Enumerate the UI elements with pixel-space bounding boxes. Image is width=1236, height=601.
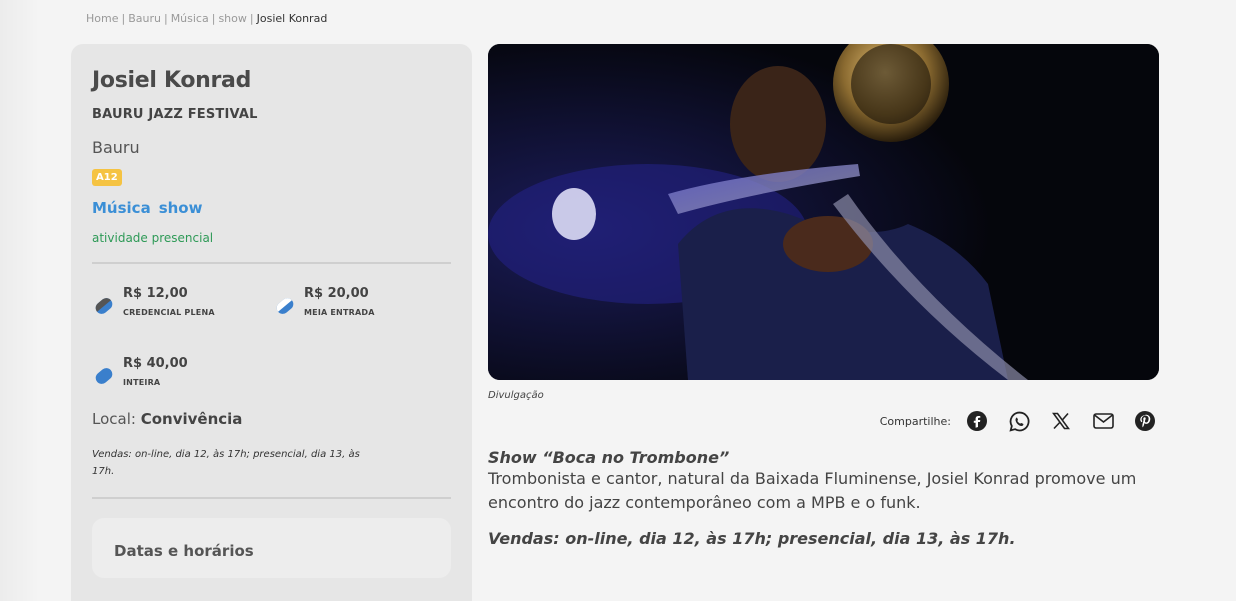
show-title: Show “Boca no Trombone” (488, 448, 730, 467)
price-label: CREDENCIAL PLENA (123, 308, 215, 317)
category-links: Música show (92, 199, 451, 217)
event-info-sidebar: Josiel Konrad BAURU JAZZ FESTIVAL Bauru … (71, 44, 472, 601)
event-title: Josiel Konrad (92, 68, 252, 93)
ticket-credential-icon (95, 298, 113, 314)
breadcrumb-musica[interactable]: Música (171, 12, 209, 25)
activity-mode: atividade presencial (92, 231, 214, 245)
breadcrumb-separator: | (211, 12, 216, 25)
breadcrumb-separator: | (121, 12, 126, 25)
sales-info: Vendas: on-line, dia 12, às 17h; presenc… (92, 449, 360, 477)
description-text: Trombonista e cantor, natural da Baixada… (488, 469, 1137, 512)
whatsapp-icon[interactable] (1008, 410, 1030, 432)
description-sales: Vendas: on-line, dia 12, às 17h; presenc… (488, 529, 1016, 548)
breadcrumb-separator: | (249, 12, 254, 25)
breadcrumb-home[interactable]: Home (86, 12, 118, 25)
breadcrumb-current: Josiel Konrad (256, 12, 328, 25)
page-edge-shadow (0, 0, 40, 601)
age-rating-badge: A12 (92, 169, 122, 186)
facebook-icon[interactable] (966, 410, 988, 432)
pinterest-icon[interactable] (1134, 410, 1156, 432)
breadcrumb-bauru[interactable]: Bauru (128, 12, 161, 25)
price-value: R$ 40,00 (123, 356, 188, 371)
price-item-meia: R$ 20,00 MEIA ENTRADA (273, 286, 375, 318)
price-list: R$ 12,00 CREDENCIAL PLENA R$ 20,00 MEIA … (92, 264, 451, 404)
event-description: Show “Boca no Trombone” Trombonista e ca… (488, 448, 1148, 548)
price-item-credencial: R$ 12,00 CREDENCIAL PLENA (92, 286, 215, 318)
share-bar: Compartilhe: (880, 410, 1156, 432)
price-value: R$ 20,00 (304, 286, 369, 301)
dates-card: Datas e horários (92, 518, 451, 578)
breadcrumb: Home | Bauru | Música | show | Josiel Konrad (86, 12, 327, 25)
venue: Local: Convivência (92, 410, 451, 428)
trombonist-photo (488, 44, 1159, 380)
photo-caption: Divulgação (488, 390, 544, 401)
festival-name: BAURU JAZZ FESTIVAL (92, 107, 258, 122)
event-photo (488, 44, 1159, 380)
category-link-show[interactable]: show (159, 199, 203, 217)
event-city: Bauru (92, 138, 140, 157)
venue-name: Convivência (140, 410, 243, 428)
ticket-half-icon (276, 298, 294, 314)
divider (92, 497, 451, 499)
category-link-musica[interactable]: Música (92, 199, 151, 217)
share-label: Compartilhe: (879, 414, 951, 428)
ticket-full-icon (95, 368, 113, 384)
x-icon[interactable] (1050, 410, 1072, 432)
venue-label: Local: (92, 410, 136, 428)
breadcrumb-show[interactable]: show (218, 12, 246, 25)
price-label: MEIA ENTRADA (304, 308, 375, 317)
breadcrumb-separator: | (163, 12, 168, 25)
price-value: R$ 12,00 (123, 286, 188, 301)
price-label: INTEIRA (123, 378, 161, 387)
price-item-inteira: R$ 40,00 INTEIRA (92, 356, 188, 388)
email-icon[interactable] (1092, 410, 1114, 432)
dates-title: Datas e horários (114, 542, 254, 560)
